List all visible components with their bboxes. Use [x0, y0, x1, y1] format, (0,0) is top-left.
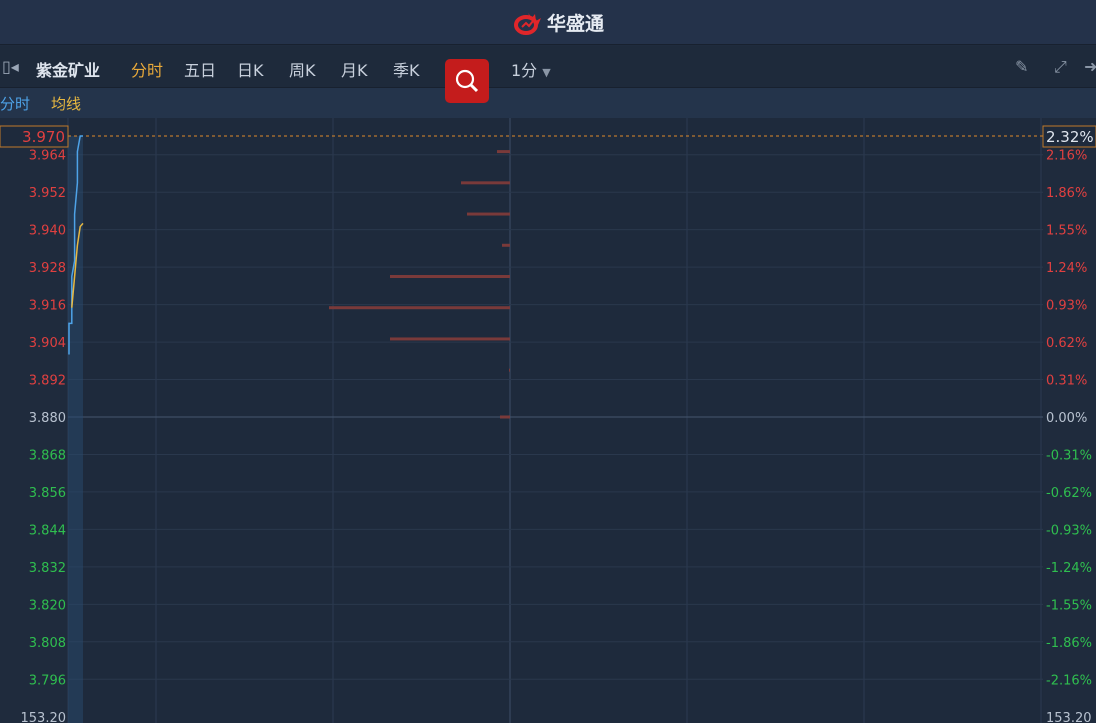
y-left-tick: 3.916	[29, 299, 66, 314]
y-right-tick: 1.86%	[1046, 186, 1087, 201]
volume-axis-left: 153.20	[21, 711, 67, 723]
depth-bar	[509, 368, 510, 372]
collapse-panel-icon[interactable]: ▯◂	[2, 57, 19, 76]
y-right-tick: 2.16%	[1046, 149, 1087, 164]
y-left-tick: 3.928	[29, 261, 66, 276]
tab-monthly-k[interactable]: 月K	[341, 57, 368, 81]
y-left-tick: 3.952	[29, 186, 66, 201]
arrow-right-icon[interactable]: ➜	[1084, 57, 1096, 76]
stock-name: 紫金矿业	[36, 61, 101, 80]
search-button[interactable]	[445, 59, 489, 103]
tab-weekly-k[interactable]: 周K	[289, 57, 316, 81]
y-left-tick: 3.820	[29, 598, 66, 613]
y-left-tick: 3.880	[29, 411, 66, 426]
interval-select[interactable]: 1分 ▼	[511, 57, 551, 81]
interval-value: 1分	[511, 61, 538, 80]
current-price-label: 3.970	[22, 128, 65, 146]
depth-bar	[390, 275, 510, 278]
depth-bar	[467, 212, 510, 216]
depth-bar	[502, 243, 510, 247]
tab-quarterly-k[interactable]: 季K	[393, 57, 420, 81]
depth-bar	[329, 306, 510, 310]
y-left-tick: 3.904	[29, 336, 66, 351]
y-left-tick: 3.796	[29, 673, 66, 688]
y-left-tick: 3.868	[29, 448, 66, 463]
y-right-tick: 0.31%	[1046, 374, 1087, 389]
depth-bar	[500, 415, 510, 419]
depth-bar	[390, 337, 510, 341]
fullscreen-icon[interactable]: ⤢	[1054, 57, 1067, 77]
y-right-tick: -0.62%	[1046, 486, 1092, 501]
y-right-tick: -0.93%	[1046, 523, 1092, 538]
intraday-chart[interactable]: 3.964 2.16% 3.952 1.86% 3.940 1.55% 3.928 1.24%…	[0, 118, 1096, 723]
y-left-tick: 3.964	[29, 149, 66, 164]
y-left-tick: 3.844	[29, 523, 66, 538]
volume-axis-right: 153.20	[1046, 711, 1092, 723]
tab-intraday[interactable]: 分时	[131, 57, 163, 81]
tab-five-day[interactable]: 五日	[184, 57, 216, 81]
y-right-tick: 0.62%	[1046, 336, 1087, 351]
y-right-tick: -2.16%	[1046, 673, 1092, 688]
y-right-tick: 0.93%	[1046, 299, 1087, 314]
current-pct-label: 2.32%	[1046, 128, 1094, 146]
search-icon	[455, 69, 479, 93]
y-left-tick: 3.940	[29, 224, 66, 239]
app-title: 华盛通	[547, 13, 605, 35]
depth-bar	[461, 181, 510, 185]
pencil-icon[interactable]: ✎	[1015, 57, 1028, 76]
y-left-tick: 3.856	[29, 486, 66, 501]
tab-daily-k[interactable]: 日K	[237, 57, 264, 81]
y-left-tick: 3.808	[29, 636, 66, 651]
legend-avg: 均线	[51, 95, 82, 113]
y-left-tick: 3.832	[29, 561, 66, 576]
y-right-tick: -1.55%	[1046, 598, 1092, 613]
y-right-tick: 0.00%	[1046, 411, 1087, 426]
toolbar: ▯◂ 紫金矿业 分时 五日 日K 周K 月K 季K 年K 1分 ▼ ✎ ⤢ ➜	[0, 46, 1096, 88]
price-area	[68, 136, 83, 723]
y-right-tick: 1.24%	[1046, 261, 1087, 276]
y-right-tick: -1.24%	[1046, 561, 1092, 576]
y-right-tick: 1.55%	[1046, 224, 1087, 239]
chevron-down-icon: ▼	[542, 66, 551, 79]
app-logo: 华盛通	[512, 9, 604, 36]
legend-bar: 分时 均线	[0, 88, 1096, 118]
flame-logo-icon	[513, 12, 541, 35]
y-left-tick: 3.892	[29, 374, 66, 389]
y-right-tick: -0.31%	[1046, 448, 1092, 463]
y-right-tick: -1.86%	[1046, 636, 1092, 651]
title-bar: 华盛通	[0, 0, 1096, 45]
depth-bar	[497, 150, 510, 154]
plot-area	[68, 118, 1043, 723]
legend-price: 分时	[0, 95, 31, 113]
